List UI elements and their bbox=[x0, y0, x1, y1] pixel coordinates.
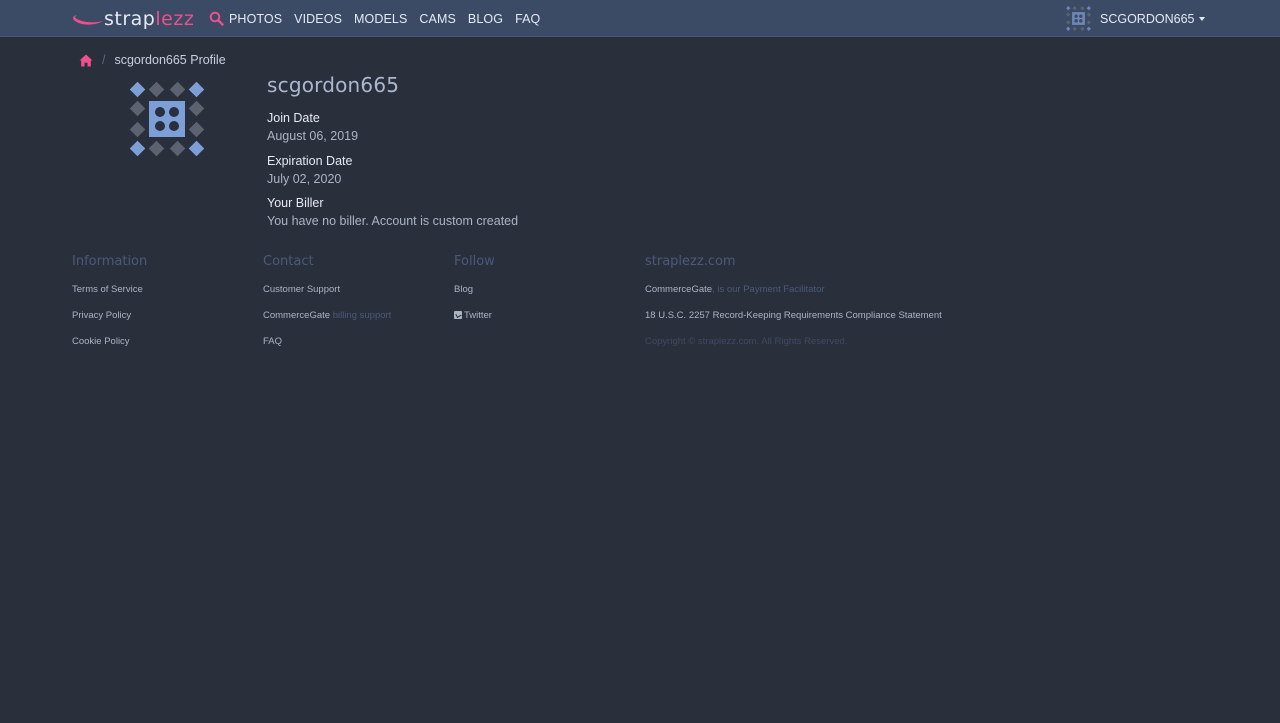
top-navbar: straplezz PHOTOS VIDEOS MODELS CAMS BLOG… bbox=[0, 0, 1280, 37]
nav-faq[interactable]: FAQ bbox=[515, 12, 540, 26]
facilitator-suffix: , is our Payment Facilitator bbox=[712, 284, 825, 295]
footer-terms-link[interactable]: Terms of Service bbox=[72, 284, 143, 295]
join-date-label: Join Date bbox=[267, 111, 320, 125]
logo-swoosh-icon bbox=[73, 15, 103, 25]
profile-username: scgordon665 bbox=[267, 73, 400, 97]
breadcrumb: / scgordon665 Profile bbox=[79, 51, 226, 69]
nav-cams[interactable]: CAMS bbox=[419, 12, 456, 26]
commercegate-label: CommerceGate bbox=[263, 310, 331, 321]
biller-value: You have no biller. Account is custom cr… bbox=[267, 214, 519, 228]
breadcrumb-current: scgordon665 Profile bbox=[114, 53, 226, 67]
biller-label: Your Biller bbox=[267, 196, 324, 210]
nav-photos[interactable]: PHOTOS bbox=[229, 12, 282, 26]
footer-facilitator: CommerceGate, is our Payment Facilitator bbox=[645, 284, 825, 295]
footer-faq-link[interactable]: FAQ bbox=[263, 336, 282, 347]
nav-videos[interactable]: VIDEOS bbox=[294, 12, 342, 26]
user-menu-toggle[interactable]: SCGORDON665 bbox=[1066, 6, 1206, 31]
home-icon[interactable] bbox=[79, 54, 93, 67]
footer-site-heading: straplezz.com bbox=[645, 254, 736, 269]
footer-cookie-link[interactable]: Cookie Policy bbox=[72, 336, 130, 347]
twitter-icon bbox=[454, 311, 462, 319]
user-name: SCGORDON665 bbox=[1100, 11, 1195, 26]
footer-compliance-link[interactable]: 18 U.S.C. 2257 Record-Keeping Requiremen… bbox=[645, 310, 942, 321]
profile-avatar bbox=[130, 82, 204, 156]
brand-wordmark: straplezz bbox=[104, 8, 195, 30]
join-date-value: August 06, 2019 bbox=[267, 129, 359, 143]
nav-blog[interactable]: BLOG bbox=[468, 12, 503, 26]
footer-privacy-link[interactable]: Privacy Policy bbox=[72, 310, 131, 321]
billing-support-label: billing support bbox=[332, 310, 392, 321]
footer-commercegate-support-link[interactable]: CommerceGate billing support bbox=[263, 310, 391, 321]
footer-information-heading: Information bbox=[72, 254, 148, 269]
expiration-date-value: July 02, 2020 bbox=[267, 172, 342, 186]
twitter-label: Twitter bbox=[464, 310, 492, 321]
footer-customer-support-link[interactable]: Customer Support bbox=[263, 284, 340, 295]
user-avatar bbox=[1066, 6, 1091, 31]
main-nav: PHOTOS VIDEOS MODELS CAMS BLOG FAQ bbox=[229, 0, 552, 37]
caret-down-icon bbox=[1199, 17, 1206, 21]
nav-models[interactable]: MODELS bbox=[354, 12, 407, 26]
footer-blog-link[interactable]: Blog bbox=[454, 284, 473, 295]
breadcrumb-separator: / bbox=[102, 53, 106, 67]
footer-twitter-link[interactable]: Twitter bbox=[454, 310, 492, 321]
footer-copyright: Copyright © straplezz.com. All Rights Re… bbox=[645, 336, 848, 347]
footer-contact-heading: Contact bbox=[263, 254, 314, 269]
search-icon[interactable] bbox=[209, 11, 224, 26]
expiration-date-label: Expiration Date bbox=[267, 154, 353, 168]
brand-logo[interactable]: straplezz bbox=[72, 6, 194, 32]
footer-follow-heading: Follow bbox=[454, 254, 495, 269]
facilitator-link[interactable]: CommerceGate bbox=[645, 284, 712, 295]
